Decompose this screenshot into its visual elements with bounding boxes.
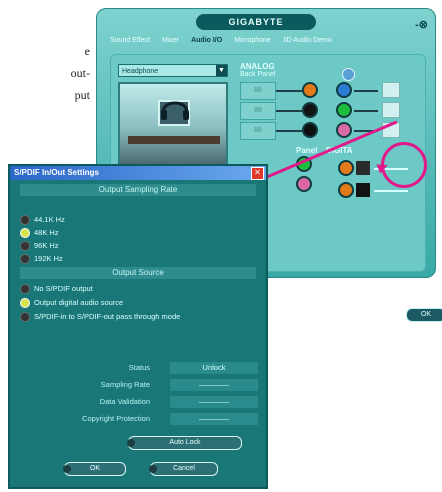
jack-panel-1: 88 <box>240 82 276 100</box>
radio-button-selected[interactable] <box>20 228 30 238</box>
jack-blue[interactable] <box>336 82 352 98</box>
output-source-header: Output Source <box>20 267 256 279</box>
headphone-icon <box>161 101 189 120</box>
back-panel-label: Back Panel <box>240 71 276 78</box>
connector-line <box>276 90 302 92</box>
tab-audio-io[interactable]: Audio I/O <box>191 34 222 50</box>
status-value: ———— <box>170 379 258 391</box>
device-select[interactable]: Headphone ▼ <box>118 64 228 77</box>
jack-green[interactable] <box>336 102 352 118</box>
jack-orange[interactable] <box>302 82 318 98</box>
panel-label: Panel <box>296 146 318 155</box>
option-label: 96K Hz <box>34 241 59 250</box>
desk <box>128 136 220 144</box>
chevron-down-icon[interactable]: ▼ <box>216 65 227 76</box>
status-row: Data Validation ———— <box>20 396 258 408</box>
radio-button[interactable] <box>20 284 30 294</box>
device-select-value: Headphone <box>122 68 159 75</box>
info-icon[interactable] <box>342 68 355 81</box>
analog-label: ANALOG <box>240 62 275 71</box>
line-in-icon <box>382 82 400 98</box>
status-label: Sampling Rate <box>100 380 150 389</box>
doc-line-2: out- <box>70 66 90 80</box>
option-label: S/PDIF-in to S/PDIF-out pass through mod… <box>34 312 181 321</box>
source-option[interactable]: S/PDIF-in to S/PDIF-out pass through mod… <box>20 311 180 323</box>
radio-button[interactable] <box>20 312 30 322</box>
connector-line <box>354 90 378 92</box>
jack-black-2[interactable] <box>302 122 318 138</box>
doc-line-3: put <box>74 88 90 102</box>
brand-title: GIGABYTE <box>196 14 316 30</box>
window-controls[interactable]: -⊗ <box>415 18 428 31</box>
dialog-title: S/PDIF In/Out Settings <box>10 166 266 180</box>
connector-line <box>354 110 378 112</box>
callout-circle <box>381 142 427 188</box>
radio-button[interactable] <box>20 215 30 225</box>
option-label: 48K Hz <box>34 228 59 237</box>
connector-line <box>276 110 302 112</box>
front-jack-pink[interactable] <box>296 176 312 192</box>
radio-button[interactable] <box>20 254 30 264</box>
sampling-option[interactable]: 48K Hz <box>20 227 59 239</box>
ok-button-back[interactable]: OK <box>406 308 442 322</box>
status-value: Unlock <box>170 362 258 374</box>
status-value: ———— <box>170 413 258 425</box>
status-value: ———— <box>170 396 258 408</box>
status-label: Data Validation <box>99 397 150 406</box>
auto-lock-button[interactable]: Auto Lock <box>127 436 242 450</box>
digital-jack-orange-2[interactable] <box>338 182 354 198</box>
room-illustration <box>118 82 228 166</box>
doc-line-1: e <box>84 44 90 58</box>
sampling-option[interactable]: 96K Hz <box>20 240 59 252</box>
jack-panel-3: 88 <box>240 122 276 140</box>
jack-panel-2: 88 <box>240 102 276 120</box>
document-text: e out- put <box>0 40 90 106</box>
tab-3d-audio-demo[interactable]: 3D Audio Demo <box>283 34 332 50</box>
jack-black[interactable] <box>302 102 318 118</box>
optical-icon <box>356 183 370 197</box>
cancel-button[interactable]: Cancel <box>149 462 218 476</box>
signal-line <box>374 190 408 192</box>
spdif-settings-dialog: S/PDIF In/Out Settings ✕ Output Sampling… <box>8 164 268 489</box>
connector-line <box>276 130 302 132</box>
close-icon[interactable]: ✕ <box>251 167 264 180</box>
speaker-out-icon <box>382 102 400 118</box>
digital-jack-orange[interactable] <box>338 160 354 176</box>
radio-button-selected[interactable] <box>20 298 30 308</box>
status-row: Copyright Protection ———— <box>20 413 258 425</box>
option-label: 44.1K Hz <box>34 215 65 224</box>
sampling-rate-header: Output Sampling Rate <box>20 184 256 196</box>
sampling-option[interactable]: 44.1K Hz <box>20 214 65 226</box>
source-option[interactable]: No S/PDIF output <box>20 283 93 295</box>
source-option[interactable]: Output digital audio source <box>20 297 123 309</box>
option-label: Output digital audio source <box>34 298 124 307</box>
jack-pink[interactable] <box>336 122 352 138</box>
sampling-option[interactable]: 192K Hz <box>20 253 63 265</box>
status-row: Status Unlock <box>20 362 258 374</box>
radio-button[interactable] <box>20 241 30 251</box>
tab-bar: Sound Effect Mixer Audio I/O Microphone … <box>110 34 422 50</box>
status-label: Status <box>128 363 150 372</box>
option-label: No S/PDIF output <box>34 284 93 293</box>
ok-button[interactable]: OK <box>63 462 126 476</box>
tab-sound-effect[interactable]: Sound Effect <box>110 34 150 50</box>
dialog-title-text: S/PDIF In/Out Settings <box>14 168 99 177</box>
status-label: Copyright Protection <box>82 414 150 423</box>
status-row: Sampling Rate ———— <box>20 379 258 391</box>
option-label: 192K Hz <box>34 254 63 263</box>
spdif-icon <box>356 161 370 175</box>
tab-microphone[interactable]: Microphone <box>234 34 271 50</box>
tab-mixer[interactable]: Mixer <box>162 34 179 50</box>
